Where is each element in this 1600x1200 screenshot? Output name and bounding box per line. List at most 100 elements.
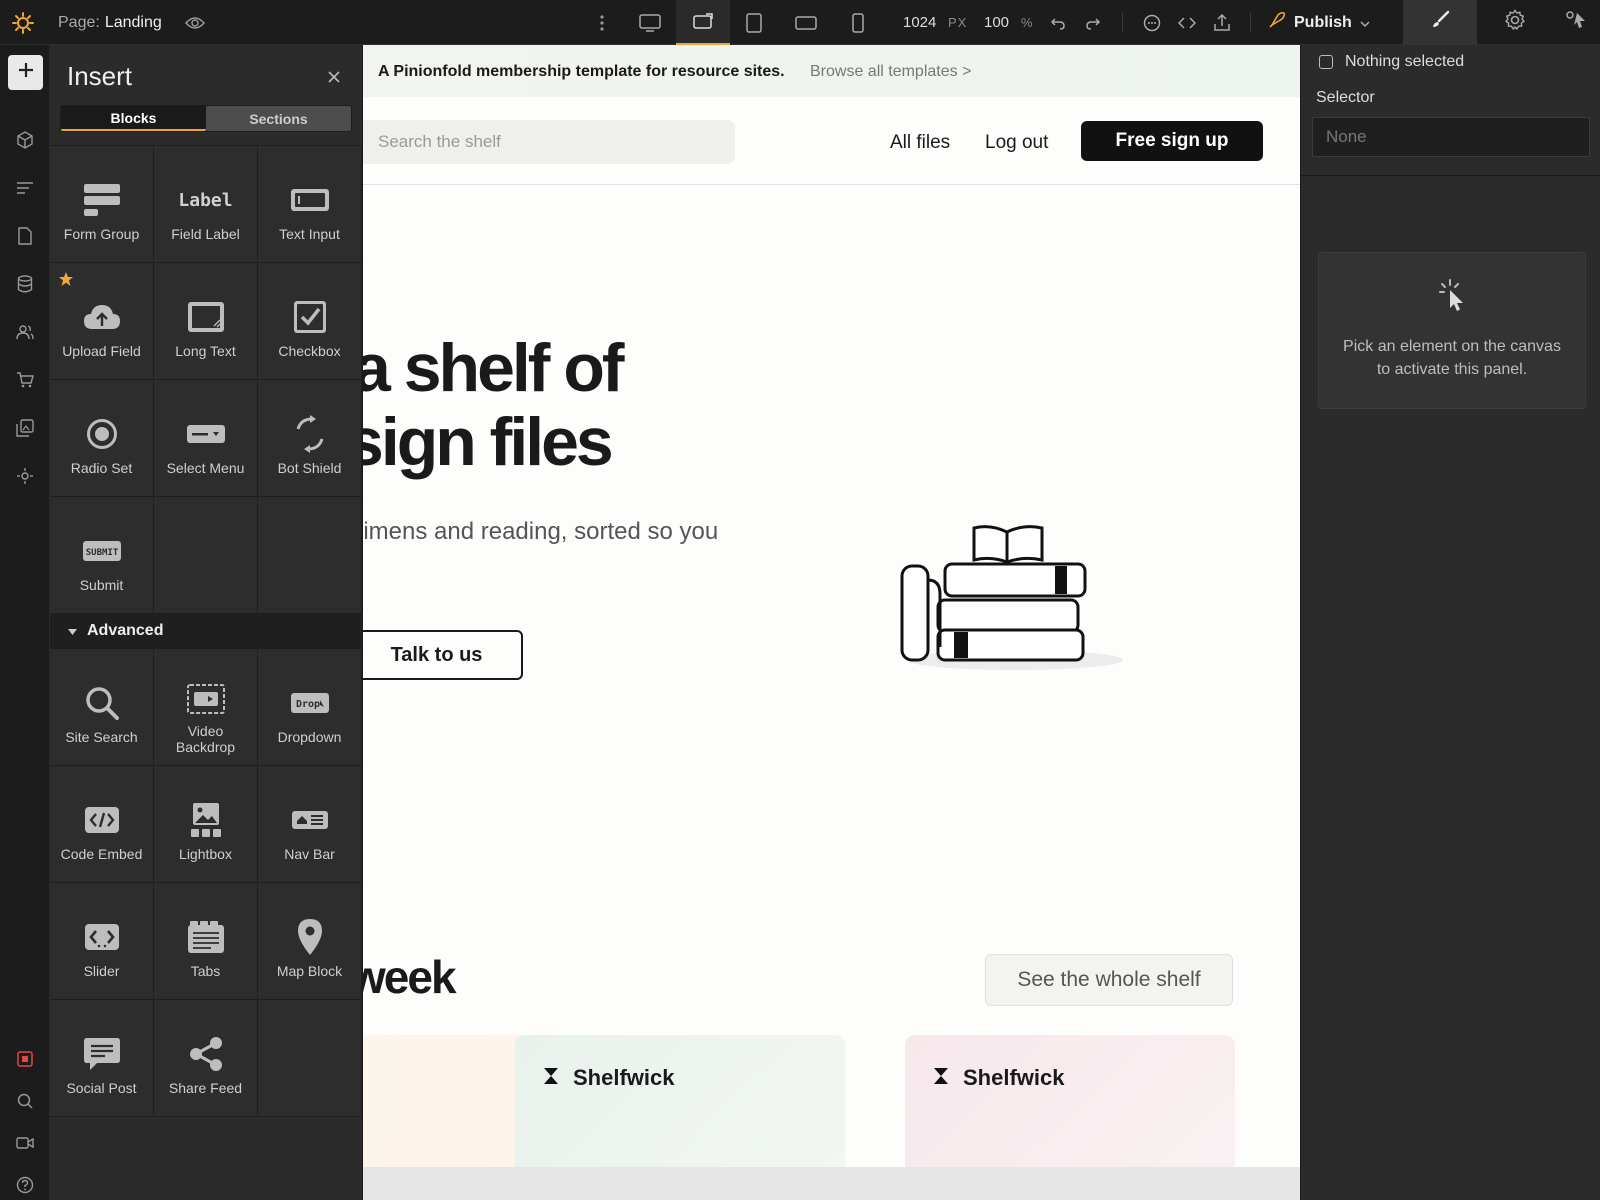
block-long-text[interactable]: Long Text: [154, 263, 258, 380]
advanced-section-toggle[interactable]: Advanced: [50, 613, 363, 648]
block-label: Slider: [83, 963, 120, 979]
block-radio-set[interactable]: Radio Set: [50, 380, 154, 497]
block-label: Site Search: [65, 729, 138, 745]
more-vertical-icon[interactable]: [590, 0, 614, 45]
card-brand: Shelfwick: [543, 1065, 674, 1091]
block-slider[interactable]: Slider: [50, 883, 154, 1000]
landscape-breakpoint-icon[interactable]: [788, 0, 824, 45]
block-lightbox[interactable]: Lightbox: [154, 766, 258, 883]
dropdown-glyph: Drop: [295, 699, 319, 710]
block-map-block[interactable]: Map Block: [258, 883, 362, 1000]
selector-label: Selector: [1316, 89, 1375, 106]
see-whole-shelf-button[interactable]: See the whole shelf: [985, 954, 1233, 1006]
resource-card[interactable]: Shelfwick: [905, 1035, 1235, 1167]
components-icon[interactable]: [0, 120, 50, 160]
block-select-menu[interactable]: Select Menu: [154, 380, 258, 497]
publish-button[interactable]: Publish: [1268, 0, 1370, 45]
settings-panel-tab[interactable]: [1478, 0, 1552, 45]
free-signup-button[interactable]: Free sign up: [1081, 121, 1263, 161]
comment-icon[interactable]: [1134, 0, 1170, 45]
block-dropdown[interactable]: Drop Dropdown: [258, 649, 362, 766]
record-icon[interactable]: [0, 1039, 50, 1079]
desktop-breakpoint-icon[interactable]: [630, 0, 670, 45]
nav-bar-icon: [290, 800, 330, 840]
radio-set-icon: [82, 414, 122, 454]
resource-card[interactable]: Shelfwick: [515, 1035, 845, 1167]
assets-icon[interactable]: [0, 408, 50, 448]
bot-shield-icon: [290, 414, 330, 454]
block-bot-shield[interactable]: Bot Shield: [258, 380, 362, 497]
apps-icon[interactable]: [0, 456, 50, 496]
caret-down-icon: [68, 622, 77, 640]
block-nav-bar[interactable]: Nav Bar: [258, 766, 362, 883]
zoom-unit: %: [1021, 15, 1034, 30]
export-icon[interactable]: [1204, 0, 1240, 45]
submit-glyph: SUBMIT: [85, 548, 118, 558]
tablet-breakpoint-icon[interactable]: [736, 0, 772, 45]
block-checkbox[interactable]: Checkbox: [258, 263, 362, 380]
block-video-backdrop[interactable]: Video Backdrop: [154, 649, 258, 766]
undo-icon[interactable]: [1040, 0, 1076, 45]
code-view-icon[interactable]: [1169, 0, 1205, 45]
empty-grid-cell: [258, 497, 362, 614]
tabs-icon: [186, 917, 226, 957]
block-code-embed[interactable]: Code Embed: [50, 766, 154, 883]
card-brand-name: Shelfwick: [963, 1065, 1065, 1090]
help-icon[interactable]: [0, 1165, 50, 1200]
star-icon: [59, 272, 73, 291]
talk-to-us-button[interactable]: Talk to us: [350, 630, 523, 680]
publish-label: Publish: [1294, 13, 1352, 31]
block-text-input[interactable]: Text Input: [258, 146, 362, 263]
block-label: Radio Set: [70, 460, 133, 476]
nav-link-log-out[interactable]: Log out: [985, 132, 1048, 154]
laptop-breakpoint-icon[interactable]: [676, 0, 730, 45]
users-icon[interactable]: [0, 312, 50, 352]
block-label: Video Backdrop: [175, 723, 236, 755]
nav-link-all-files[interactable]: All files: [890, 132, 950, 154]
block-submit[interactable]: SUBMIT Submit: [50, 497, 154, 614]
video-icon[interactable]: [0, 1123, 50, 1163]
panel-divider: [1301, 175, 1600, 176]
mobile-breakpoint-icon[interactable]: [840, 0, 876, 45]
tab-blocks[interactable]: Blocks: [61, 106, 206, 131]
app-logo-icon[interactable]: [0, 0, 45, 45]
block-label: Field Label: [171, 226, 240, 242]
code-embed-icon: [82, 800, 122, 840]
checkbox-icon: [290, 297, 330, 337]
block-field-label[interactable]: Label Field Label: [154, 146, 258, 263]
style-panel-tab[interactable]: [1403, 0, 1477, 45]
block-social-post[interactable]: Social Post: [50, 1000, 154, 1117]
add-panel-button[interactable]: [8, 55, 43, 90]
pages-icon[interactable]: [0, 216, 50, 256]
lightbox-icon: [186, 800, 226, 840]
site-search-input[interactable]: Search the shelf: [350, 120, 735, 164]
zoom-value[interactable]: 100: [984, 0, 1009, 45]
canvas-width-value[interactable]: 1024: [903, 0, 936, 45]
block-form-group[interactable]: Form Group: [50, 146, 154, 263]
interactions-panel-tab[interactable]: [1553, 0, 1600, 45]
cart-icon[interactable]: [0, 360, 50, 400]
search-icon[interactable]: [0, 1081, 50, 1121]
close-icon[interactable]: [322, 65, 346, 89]
block-site-search[interactable]: Site Search: [50, 649, 154, 766]
block-tabs[interactable]: Tabs: [154, 883, 258, 1000]
selection-checkbox[interactable]: [1319, 55, 1333, 69]
block-label: Submit: [79, 577, 124, 593]
hourglass-icon: [543, 1065, 559, 1091]
navigator-icon[interactable]: [0, 168, 50, 208]
block-label: Form Group: [63, 226, 140, 242]
preview-eye-icon[interactable]: [180, 0, 210, 45]
blocks-grid: Form Group Label Field Label Text Input …: [50, 145, 363, 614]
browse-templates-link[interactable]: Browse all templates >: [810, 63, 971, 81]
block-label: Bot Shield: [277, 460, 342, 476]
tab-sections[interactable]: Sections: [206, 106, 351, 131]
block-upload-field[interactable]: Upload Field: [50, 263, 154, 380]
page-selector[interactable]: Page: Landing: [58, 0, 162, 45]
selector-field[interactable]: None: [1312, 117, 1590, 157]
hint-text: Pick an element on the canvas to activat…: [1343, 338, 1561, 378]
redo-icon[interactable]: [1075, 0, 1111, 45]
database-icon[interactable]: [0, 264, 50, 304]
dropdown-icon: Drop: [290, 683, 330, 723]
selection-status: Nothing selected: [1319, 53, 1464, 71]
block-share-feed[interactable]: Share Feed: [154, 1000, 258, 1117]
